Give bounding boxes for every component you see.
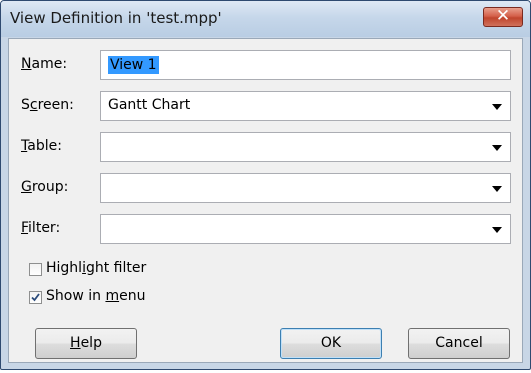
screen-label: Screen: xyxy=(21,97,74,113)
chevron-down-icon[interactable] xyxy=(492,145,502,151)
table-dropdown[interactable] xyxy=(100,132,511,162)
dialog-title: View Definition in 'test.mpp' xyxy=(10,9,222,27)
highlight-filter-label[interactable]: Highlight filter xyxy=(46,260,146,276)
name-label: Name: xyxy=(21,56,68,72)
group-label: Group: xyxy=(21,179,69,195)
name-value: View 1 xyxy=(108,56,159,74)
group-dropdown[interactable] xyxy=(100,173,511,203)
highlight-filter-checkbox[interactable] xyxy=(29,263,42,276)
close-button[interactable]: ✕ xyxy=(483,6,523,27)
close-icon: ✕ xyxy=(495,6,511,26)
ok-button[interactable]: OK xyxy=(280,328,382,359)
filter-dropdown[interactable] xyxy=(100,214,511,244)
show-in-menu-label[interactable]: Show in menu xyxy=(46,288,145,304)
chevron-down-icon[interactable] xyxy=(492,104,502,110)
cancel-button[interactable]: Cancel xyxy=(408,328,510,359)
chevron-down-icon[interactable] xyxy=(492,227,502,233)
table-label: Table: xyxy=(21,138,62,154)
view-definition-dialog: View Definition in 'test.mpp' ✕ Name: Vi… xyxy=(0,0,531,370)
name-input[interactable]: View 1 xyxy=(100,50,511,80)
screen-value: Gantt Chart xyxy=(108,97,191,113)
help-button[interactable]: Help xyxy=(35,328,137,359)
chevron-down-icon[interactable] xyxy=(492,186,502,192)
dialog-body: Name: View 1 Screen: Gantt Chart Table: … xyxy=(8,38,523,363)
filter-label: Filter: xyxy=(21,220,61,236)
title-bar[interactable]: View Definition in 'test.mpp' ✕ xyxy=(1,1,530,37)
show-in-menu-checkbox[interactable] xyxy=(29,291,42,304)
checkmark-icon xyxy=(31,293,40,302)
screen-dropdown[interactable]: Gantt Chart xyxy=(100,91,511,121)
